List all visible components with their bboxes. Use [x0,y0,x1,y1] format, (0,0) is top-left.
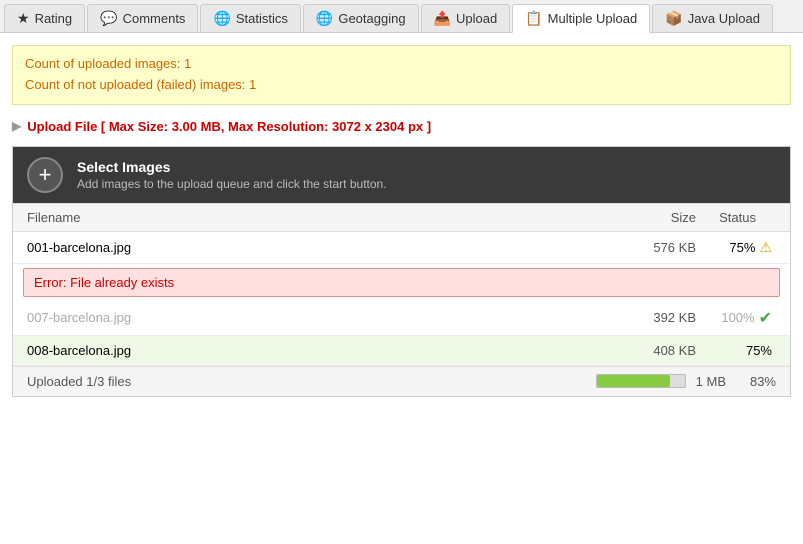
file-status-pct-0: 75% [729,240,755,255]
upload-panel: + Select Images Add images to the upload… [12,146,791,397]
file-size-2: 408 KB [616,343,696,358]
footer-label: Uploaded 1/3 files [27,374,586,389]
file-status-0: 75% ⚠ [696,239,776,256]
file-status-2: 75% [696,343,776,358]
select-images-subtitle: Add images to the upload queue and click… [77,177,387,191]
tab-statistics[interactable]: 🌐 Statistics [200,4,300,32]
tab-geotagging[interactable]: 🌐 Geotagging [303,4,419,32]
upload-header-text: Upload File [ Max Size: 3.00 MB, Max Res… [27,119,431,134]
tab-upload[interactable]: 📤 Upload [421,4,511,32]
notice-box: Count of uploaded images: 1 Count of not… [12,45,791,105]
multiple-upload-tab-label: Multiple Upload [548,11,638,26]
files-count: 1/3 files [86,374,131,389]
upload-tab-label: Upload [456,11,497,26]
footer-size: 1 MB [696,374,726,389]
file-status-1: 100% ✔ [696,308,776,328]
comments-tab-icon: 💬 [100,10,117,27]
table-row: 001-barcelona.jpg576 KB 75% ⚠ [13,232,790,264]
tab-rating[interactable]: ★ Rating [4,4,85,32]
upload-tab-icon: 📤 [434,10,451,27]
notice-line1: Count of uploaded images: 1 [25,54,778,75]
file-size-1: 392 KB [616,310,696,325]
header-status: Status [696,210,776,225]
file-name-0: 001-barcelona.jpg [27,240,616,255]
tab-multiple-upload[interactable]: 📋 Multiple Upload [512,4,650,33]
warn-icon: ⚠ [759,239,772,256]
geotagging-tab-icon: 🌐 [316,10,333,27]
file-table-header: Filename Size Status [13,203,790,232]
footer-percent: 83% [736,374,776,389]
file-status-pct-2: 75% [746,343,772,358]
add-files-button[interactable]: + [27,157,63,193]
progress-bar-fill [597,375,670,387]
tab-java-upload[interactable]: 📦 Java Upload [652,4,773,32]
rating-tab-icon: ★ [17,10,30,27]
statistics-tab-label: Statistics [236,11,288,26]
tabs-container: ★ Rating 💬 Comments 🌐 Statistics 🌐 Geotagging 📤 U… [0,0,803,33]
progress-bar [596,374,686,388]
select-images-title: Select Images [77,159,387,175]
upload-header: ▶ Upload File [ Max Size: 3.00 MB, Max R… [12,119,791,134]
file-size-0: 576 KB [616,240,696,255]
table-row: 007-barcelona.jpg392 KB 100% ✔ [13,301,790,336]
select-images-text: Select Images Add images to the upload q… [77,159,387,191]
tab-comments[interactable]: 💬 Comments [87,4,198,32]
rating-tab-label: Rating [35,11,73,26]
notice-line2: Count of not uploaded (failed) images: 1 [25,75,778,96]
file-name-2: 008-barcelona.jpg [27,343,616,358]
header-filename: Filename [27,210,616,225]
plus-icon: + [39,162,52,188]
uploaded-label-text: Uploaded [27,374,86,389]
file-rows: 001-barcelona.jpg576 KB 75% ⚠ Error: File a… [13,232,790,366]
table-row: 008-barcelona.jpg408 KB 75% [13,336,790,366]
tab-bar: ★ Rating 💬 Comments 🌐 Statistics 🌐 Geotagging 📤 U… [0,0,803,33]
select-images-bar: + Select Images Add images to the upload… [13,147,790,203]
error-message-0: Error: File already exists [23,268,780,297]
java-upload-tab-icon: 📦 [665,10,682,27]
file-status-pct-1: 100% [721,310,754,325]
comments-tab-label: Comments [123,11,186,26]
collapse-arrow-icon[interactable]: ▶ [12,119,21,133]
main-content: Count of uploaded images: 1 Count of not… [0,33,803,409]
ok-icon: ✔ [759,308,772,328]
geotagging-tab-label: Geotagging [338,11,405,26]
file-name-1: 007-barcelona.jpg [27,310,616,325]
header-size: Size [616,210,696,225]
upload-footer: Uploaded 1/3 files 1 MB 83% [13,366,790,396]
java-upload-tab-label: Java Upload [688,11,760,26]
statistics-tab-icon: 🌐 [213,10,230,27]
multiple-upload-tab-icon: 📋 [525,10,542,27]
